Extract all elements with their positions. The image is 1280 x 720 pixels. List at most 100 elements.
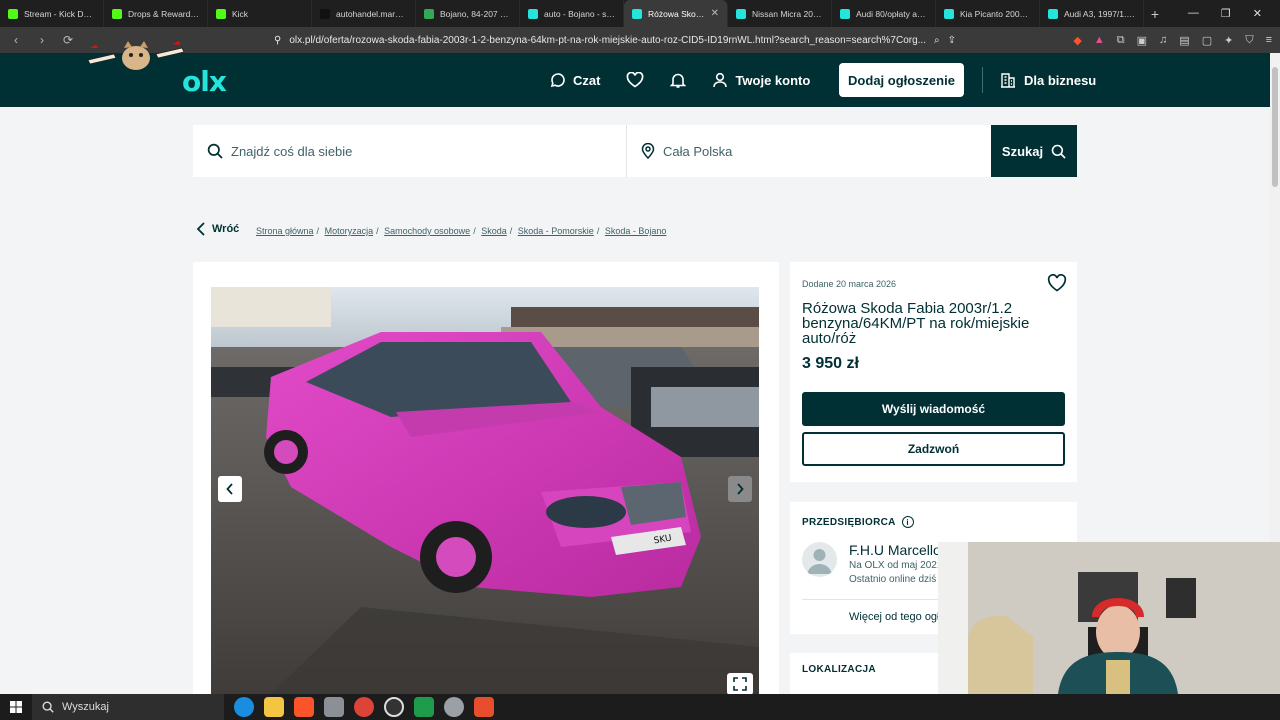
location-title: LOKALIZACJA (802, 664, 876, 675)
expand-icon (733, 677, 747, 691)
seller-avatar (802, 542, 837, 577)
chat-icon (550, 73, 565, 88)
seller-type: PRZEDSIĘBIORCA i (802, 516, 914, 528)
browser-tab[interactable]: Audi A3, 1997/1.6b (1040, 0, 1144, 27)
brave-browser-icon[interactable] (294, 697, 314, 717)
browser-tab[interactable]: auto - Bojano - spra (520, 0, 624, 27)
back-nav-icon[interactable]: ‹ (8, 33, 24, 47)
account-link[interactable]: Twoje konto (712, 72, 810, 88)
new-tab-button[interactable]: + (1144, 6, 1166, 22)
tab-favicon-icon (736, 8, 746, 19)
address-bar[interactable]: ⚲ olx.pl/d/oferta/rozowa-skoda-fabia-200… (266, 30, 964, 50)
gallery-prev-button[interactable] (218, 476, 242, 502)
vpn-icon[interactable]: ⛉ (1245, 34, 1253, 47)
back-label: Wróć (212, 223, 240, 235)
tab-title: Audi 80/opłaty aktu (856, 8, 927, 19)
browser-tab[interactable]: Różowa Skoda ✕ (624, 0, 728, 27)
shield-app-icon[interactable] (444, 697, 464, 717)
tab-favicon-icon (320, 8, 330, 19)
browser-tab[interactable]: Nissan Micra 2004r (728, 0, 832, 27)
seller-type-label: PRZEDSIĘBIORCA (802, 516, 896, 528)
business-link[interactable]: Dla biznesu (1000, 53, 1096, 107)
location-input[interactable]: Cała Polska (627, 125, 991, 177)
wallet-icon[interactable]: ▢ (1202, 34, 1212, 47)
taskbar-search[interactable]: Wyszukaj (32, 694, 224, 720)
zoom-icon[interactable]: ⌕ (934, 35, 940, 46)
back-link[interactable]: Wróć (196, 222, 239, 236)
user-icon (713, 72, 728, 88)
app-icon[interactable] (324, 697, 344, 717)
browser-tab[interactable]: Bojano, 84-207 do K (416, 0, 520, 27)
search-bar: Znajdź coś dla siebie Cała Polska Szukaj (193, 125, 1077, 177)
account-label: Twoje konto (735, 72, 811, 88)
reload-icon[interactable]: ⟳ (60, 33, 76, 47)
menu-icon[interactable]: ≡ (1266, 34, 1272, 47)
site-header: olx Czat Twoje konto Dodaj ogłoszenie Dl… (0, 53, 1270, 107)
notifications-bell-icon[interactable] (670, 72, 687, 89)
breadcrumb-item[interactable]: Samochody osobowe (384, 226, 470, 236)
browser-tab[interactable]: Kia Picanto 2006r/1 (936, 0, 1040, 27)
scrollbar-thumb[interactable] (1272, 67, 1278, 187)
browser-tab[interactable]: Drops & Rewards Al (104, 0, 208, 27)
brave-shield-icon[interactable]: ◆ (1073, 34, 1081, 47)
fullscreen-button[interactable] (727, 673, 753, 695)
breadcrumb-item[interactable]: Skoda (481, 226, 507, 236)
chevron-right-icon (737, 483, 744, 495)
browser-tabstrip: Stream - Kick Dashb Drops & Rewards Al Kic… (0, 0, 1280, 27)
media-player-icon[interactable] (414, 697, 434, 717)
building-icon (1001, 73, 1015, 88)
search-input[interactable]: Znajdź coś dla siebie (193, 125, 627, 177)
share-icon[interactable]: ⇪ (948, 35, 956, 46)
forward-nav-icon[interactable]: › (34, 33, 50, 47)
favorite-heart-icon[interactable] (1047, 274, 1067, 292)
streaming-app-icon[interactable] (474, 697, 494, 717)
obs-icon[interactable] (384, 697, 404, 717)
file-explorer-icon[interactable] (264, 697, 284, 717)
browser-tab[interactable]: Stream - Kick Dashb (0, 0, 104, 27)
close-window-icon[interactable]: ✕ (1253, 7, 1262, 20)
rewards-icon[interactable]: ▲ (1094, 34, 1105, 47)
send-message-button[interactable]: Wyślij wiadomość (802, 392, 1065, 426)
leo-icon[interactable]: ✦ (1224, 34, 1233, 47)
chrome-icon[interactable] (354, 697, 374, 717)
search-icon (207, 143, 223, 159)
breadcrumb-item[interactable]: Motoryzacja (325, 226, 374, 236)
tab-title: Drops & Rewards Al (128, 8, 199, 19)
favorites-heart-icon[interactable] (626, 72, 644, 88)
extensions-icon[interactable]: ⧉ (1117, 34, 1125, 47)
tab-favicon-icon (944, 8, 954, 19)
more-ads-link[interactable]: Więcej od tego ogł (849, 611, 940, 623)
browser-tab[interactable]: Audi 80/opłaty aktu (832, 0, 936, 27)
tab-favicon-icon (424, 8, 434, 19)
browser-tab[interactable]: Kick (208, 0, 312, 27)
chat-link[interactable]: Czat (550, 72, 600, 88)
search-placeholder: Znajdź coś dla siebie (231, 143, 353, 159)
browser-tab[interactable]: autohandel.marcell (312, 0, 416, 27)
breadcrumb-item[interactable]: Skoda - Pomorskie (518, 226, 594, 236)
tab-favicon-icon (216, 8, 226, 19)
screenshot-icon[interactable]: ▣ (1137, 34, 1147, 47)
seller-name[interactable]: F.H.U Marcello (849, 542, 941, 558)
breadcrumb-item[interactable]: Skoda - Bojano (605, 226, 667, 236)
gallery-next-button[interactable] (728, 476, 752, 502)
restore-icon[interactable]: ❐ (1221, 7, 1231, 20)
chevron-left-icon (226, 483, 233, 495)
tab-favicon-icon (528, 8, 538, 19)
olx-logo[interactable]: olx (182, 65, 227, 98)
info-icon[interactable]: i (901, 516, 914, 528)
listing-photo[interactable]: SKU (211, 287, 759, 694)
site-info-icon[interactable]: ⚲ (274, 35, 281, 46)
windows-logo-icon (10, 701, 22, 713)
edge-icon[interactable] (234, 697, 254, 717)
breadcrumb-item[interactable]: Strona główna (256, 226, 314, 236)
close-tab-icon[interactable]: ✕ (711, 8, 719, 19)
post-ad-button[interactable]: Dodaj ogłoszenie (839, 63, 964, 97)
tab-favicon-icon (8, 8, 18, 19)
windows-start-button[interactable] (0, 701, 32, 713)
minimize-icon[interactable]: — (1188, 7, 1199, 20)
call-button[interactable]: Zadzwoń (802, 432, 1065, 466)
music-icon[interactable]: ♫ (1159, 34, 1167, 47)
sidebar-icon[interactable]: ▤ (1179, 34, 1189, 47)
search-button[interactable]: Szukaj (991, 125, 1077, 177)
cat-overlay-sticker (87, 41, 185, 70)
